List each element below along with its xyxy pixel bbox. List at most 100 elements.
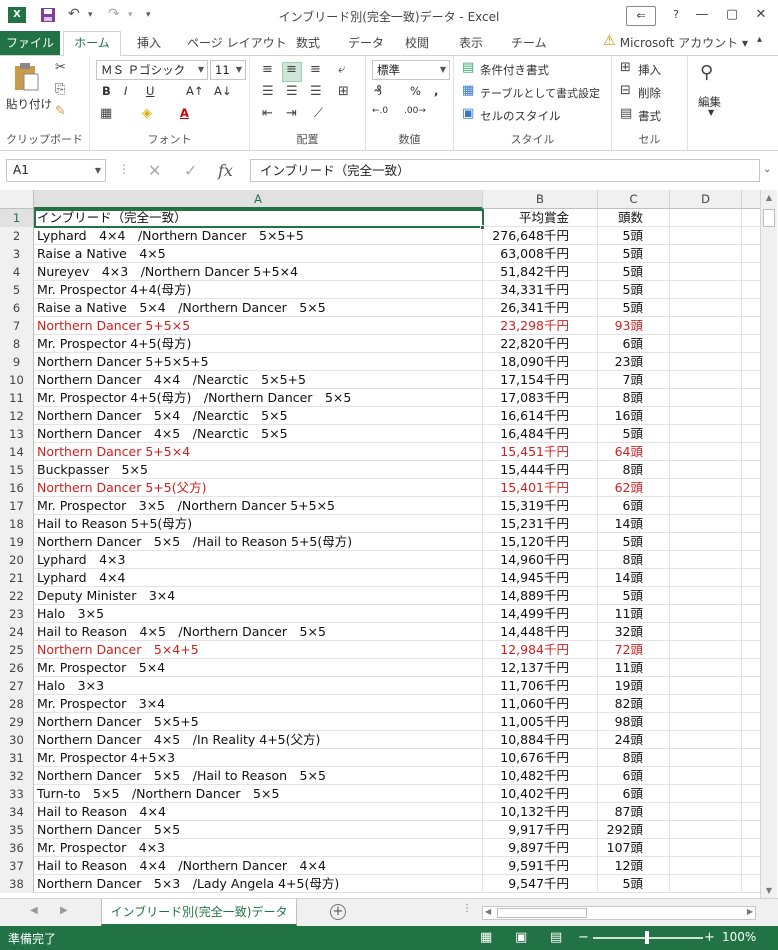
row-header[interactable]: 21 — [0, 569, 34, 587]
tab-team[interactable]: チーム — [511, 34, 547, 51]
column-header-b[interactable]: B — [483, 190, 598, 209]
enter-icon[interactable]: ✓ — [184, 161, 197, 180]
expand-formula-bar-icon[interactable]: ⌄ — [763, 164, 771, 175]
name-box[interactable]: A1 ▼ — [6, 159, 106, 182]
cell-c[interactable]: 頭数 — [598, 209, 670, 227]
cell-c[interactable]: 11頭 — [598, 605, 670, 623]
cell-c[interactable]: 6頭 — [598, 335, 670, 353]
cancel-icon[interactable]: ✕ — [148, 161, 161, 180]
cell-b[interactable]: 276,648千円 — [483, 227, 598, 245]
row-header[interactable]: 8 — [0, 335, 34, 353]
cell-d[interactable] — [670, 335, 742, 353]
cell-b[interactable]: 10,132千円 — [483, 803, 598, 821]
row-header[interactable]: 15 — [0, 461, 34, 479]
cell-a[interactable]: Northern Dancer 5×5 — [34, 821, 483, 839]
insert-cells-icon[interactable]: ⊞ — [620, 60, 631, 75]
paste-button[interactable]: 貼り付け — [6, 96, 52, 112]
grow-font-button[interactable]: A↑ — [186, 84, 204, 98]
tab-data[interactable]: データ — [348, 34, 384, 51]
add-sheet-icon[interactable]: + — [330, 904, 346, 920]
cell-b[interactable]: 15,401千円 — [483, 479, 598, 497]
scroll-up-icon[interactable]: ▲ — [761, 193, 777, 202]
cell-a[interactable]: Mr. Prospector 4×3 — [34, 839, 483, 857]
increase-indent-icon[interactable]: ⇥ — [286, 106, 297, 121]
normal-view-icon[interactable]: ▦ — [480, 930, 492, 945]
cell-b[interactable]: 9,547千円 — [483, 875, 598, 893]
cell-a[interactable]: Mr. Prospector 4+5×3 — [34, 749, 483, 767]
cell-c[interactable]: 5頭 — [598, 263, 670, 281]
cell-b[interactable]: 14,945千円 — [483, 569, 598, 587]
zoom-in-icon[interactable]: + — [704, 930, 715, 945]
cell-c[interactable]: 6頭 — [598, 785, 670, 803]
font-color-button[interactable]: A — [180, 106, 189, 120]
cell-b[interactable]: 18,090千円 — [483, 353, 598, 371]
cell-b[interactable]: 34,331千円 — [483, 281, 598, 299]
cell-d[interactable] — [670, 821, 742, 839]
row-header[interactable]: 4 — [0, 263, 34, 281]
cell-b[interactable]: 11,005千円 — [483, 713, 598, 731]
cell-d[interactable] — [670, 263, 742, 281]
cell-c[interactable]: 7頭 — [598, 371, 670, 389]
row-header[interactable]: 1 — [0, 209, 34, 227]
tab-view[interactable]: 表示 — [459, 34, 483, 51]
row-header[interactable]: 18 — [0, 515, 34, 533]
cell-c[interactable]: 8頭 — [598, 551, 670, 569]
fill-color-icon[interactable]: ◈ — [142, 106, 152, 121]
cell-c[interactable]: 98頭 — [598, 713, 670, 731]
conditional-format-button[interactable]: 条件付き書式 — [480, 62, 549, 78]
cell-d[interactable] — [670, 497, 742, 515]
cell-a[interactable]: Northern Dancer 5+5(父方) — [34, 479, 483, 497]
fill-handle[interactable] — [480, 225, 485, 230]
scroll-right-icon[interactable]: ▶ — [747, 907, 753, 916]
cell-a[interactable]: Mr. Prospector 5×4 — [34, 659, 483, 677]
cell-d[interactable] — [670, 605, 742, 623]
cell-c[interactable]: 5頭 — [598, 587, 670, 605]
row-header[interactable]: 10 — [0, 371, 34, 389]
cell-d[interactable] — [670, 857, 742, 875]
row-header[interactable]: 37 — [0, 857, 34, 875]
cell-d[interactable] — [670, 839, 742, 857]
cell-c[interactable]: 8頭 — [598, 461, 670, 479]
cell-a[interactable]: Northern Dancer 4×5 /In Reality 4+5(父方) — [34, 731, 483, 749]
formula-input[interactable]: インブリード（完全一致） — [250, 159, 760, 182]
font-family-select[interactable]: ＭＳ Ｐゴシック ▼ — [96, 60, 208, 80]
cell-b[interactable]: 10,482千円 — [483, 767, 598, 785]
cell-c[interactable]: 292頭 — [598, 821, 670, 839]
cell-c[interactable]: 14頭 — [598, 515, 670, 533]
cell-d[interactable] — [670, 659, 742, 677]
cell-b[interactable]: 9,591千円 — [483, 857, 598, 875]
cell-b[interactable]: 17,083千円 — [483, 389, 598, 407]
cell-a[interactable]: Northern Dancer 5×5 /Hail to Reason 5×5 — [34, 767, 483, 785]
cell-c[interactable]: 72頭 — [598, 641, 670, 659]
tab-page-layout[interactable]: ページ レイアウト — [187, 34, 287, 51]
cell-c[interactable]: 32頭 — [598, 623, 670, 641]
row-header[interactable]: 3 — [0, 245, 34, 263]
account-menu[interactable]: Microsoft アカウント ▾ — [620, 34, 748, 51]
cell-a[interactable]: Northern Dancer 5+5×5 — [34, 317, 483, 335]
collapse-ribbon-icon[interactable]: ▴ — [757, 34, 762, 45]
cell-d[interactable] — [670, 641, 742, 659]
middle-align-icon[interactable]: ≡ — [286, 62, 297, 77]
cell-c[interactable]: 82頭 — [598, 695, 670, 713]
cell-a[interactable]: Nureyev 4×3 /Northern Dancer 5+5×4 — [34, 263, 483, 281]
cell-a[interactable]: Northern Dancer 5×3 /Lady Angela 4+5(母方) — [34, 875, 483, 893]
page-layout-view-icon[interactable]: ▣ — [515, 930, 527, 945]
horizontal-scroll-thumb[interactable] — [497, 908, 587, 918]
cell-b[interactable]: 16,614千円 — [483, 407, 598, 425]
row-header[interactable]: 2 — [0, 227, 34, 245]
row-header[interactable]: 33 — [0, 785, 34, 803]
cell-d[interactable] — [670, 245, 742, 263]
row-header[interactable]: 30 — [0, 731, 34, 749]
row-header[interactable]: 36 — [0, 839, 34, 857]
insert-function-icon[interactable]: fx — [218, 161, 233, 180]
column-header-e-partial[interactable] — [742, 190, 760, 209]
zoom-level[interactable]: 100% — [722, 930, 756, 944]
row-header[interactable]: 26 — [0, 659, 34, 677]
cell-a[interactable]: Northern Dancer 4×4 /Nearctic 5×5+5 — [34, 371, 483, 389]
cell-c[interactable]: 93頭 — [598, 317, 670, 335]
row-header[interactable]: 32 — [0, 767, 34, 785]
cell-c[interactable]: 8頭 — [598, 749, 670, 767]
cell-b[interactable]: 14,499千円 — [483, 605, 598, 623]
comma-button[interactable]: , — [434, 84, 438, 98]
cell-a[interactable]: Lyphard 4×3 — [34, 551, 483, 569]
